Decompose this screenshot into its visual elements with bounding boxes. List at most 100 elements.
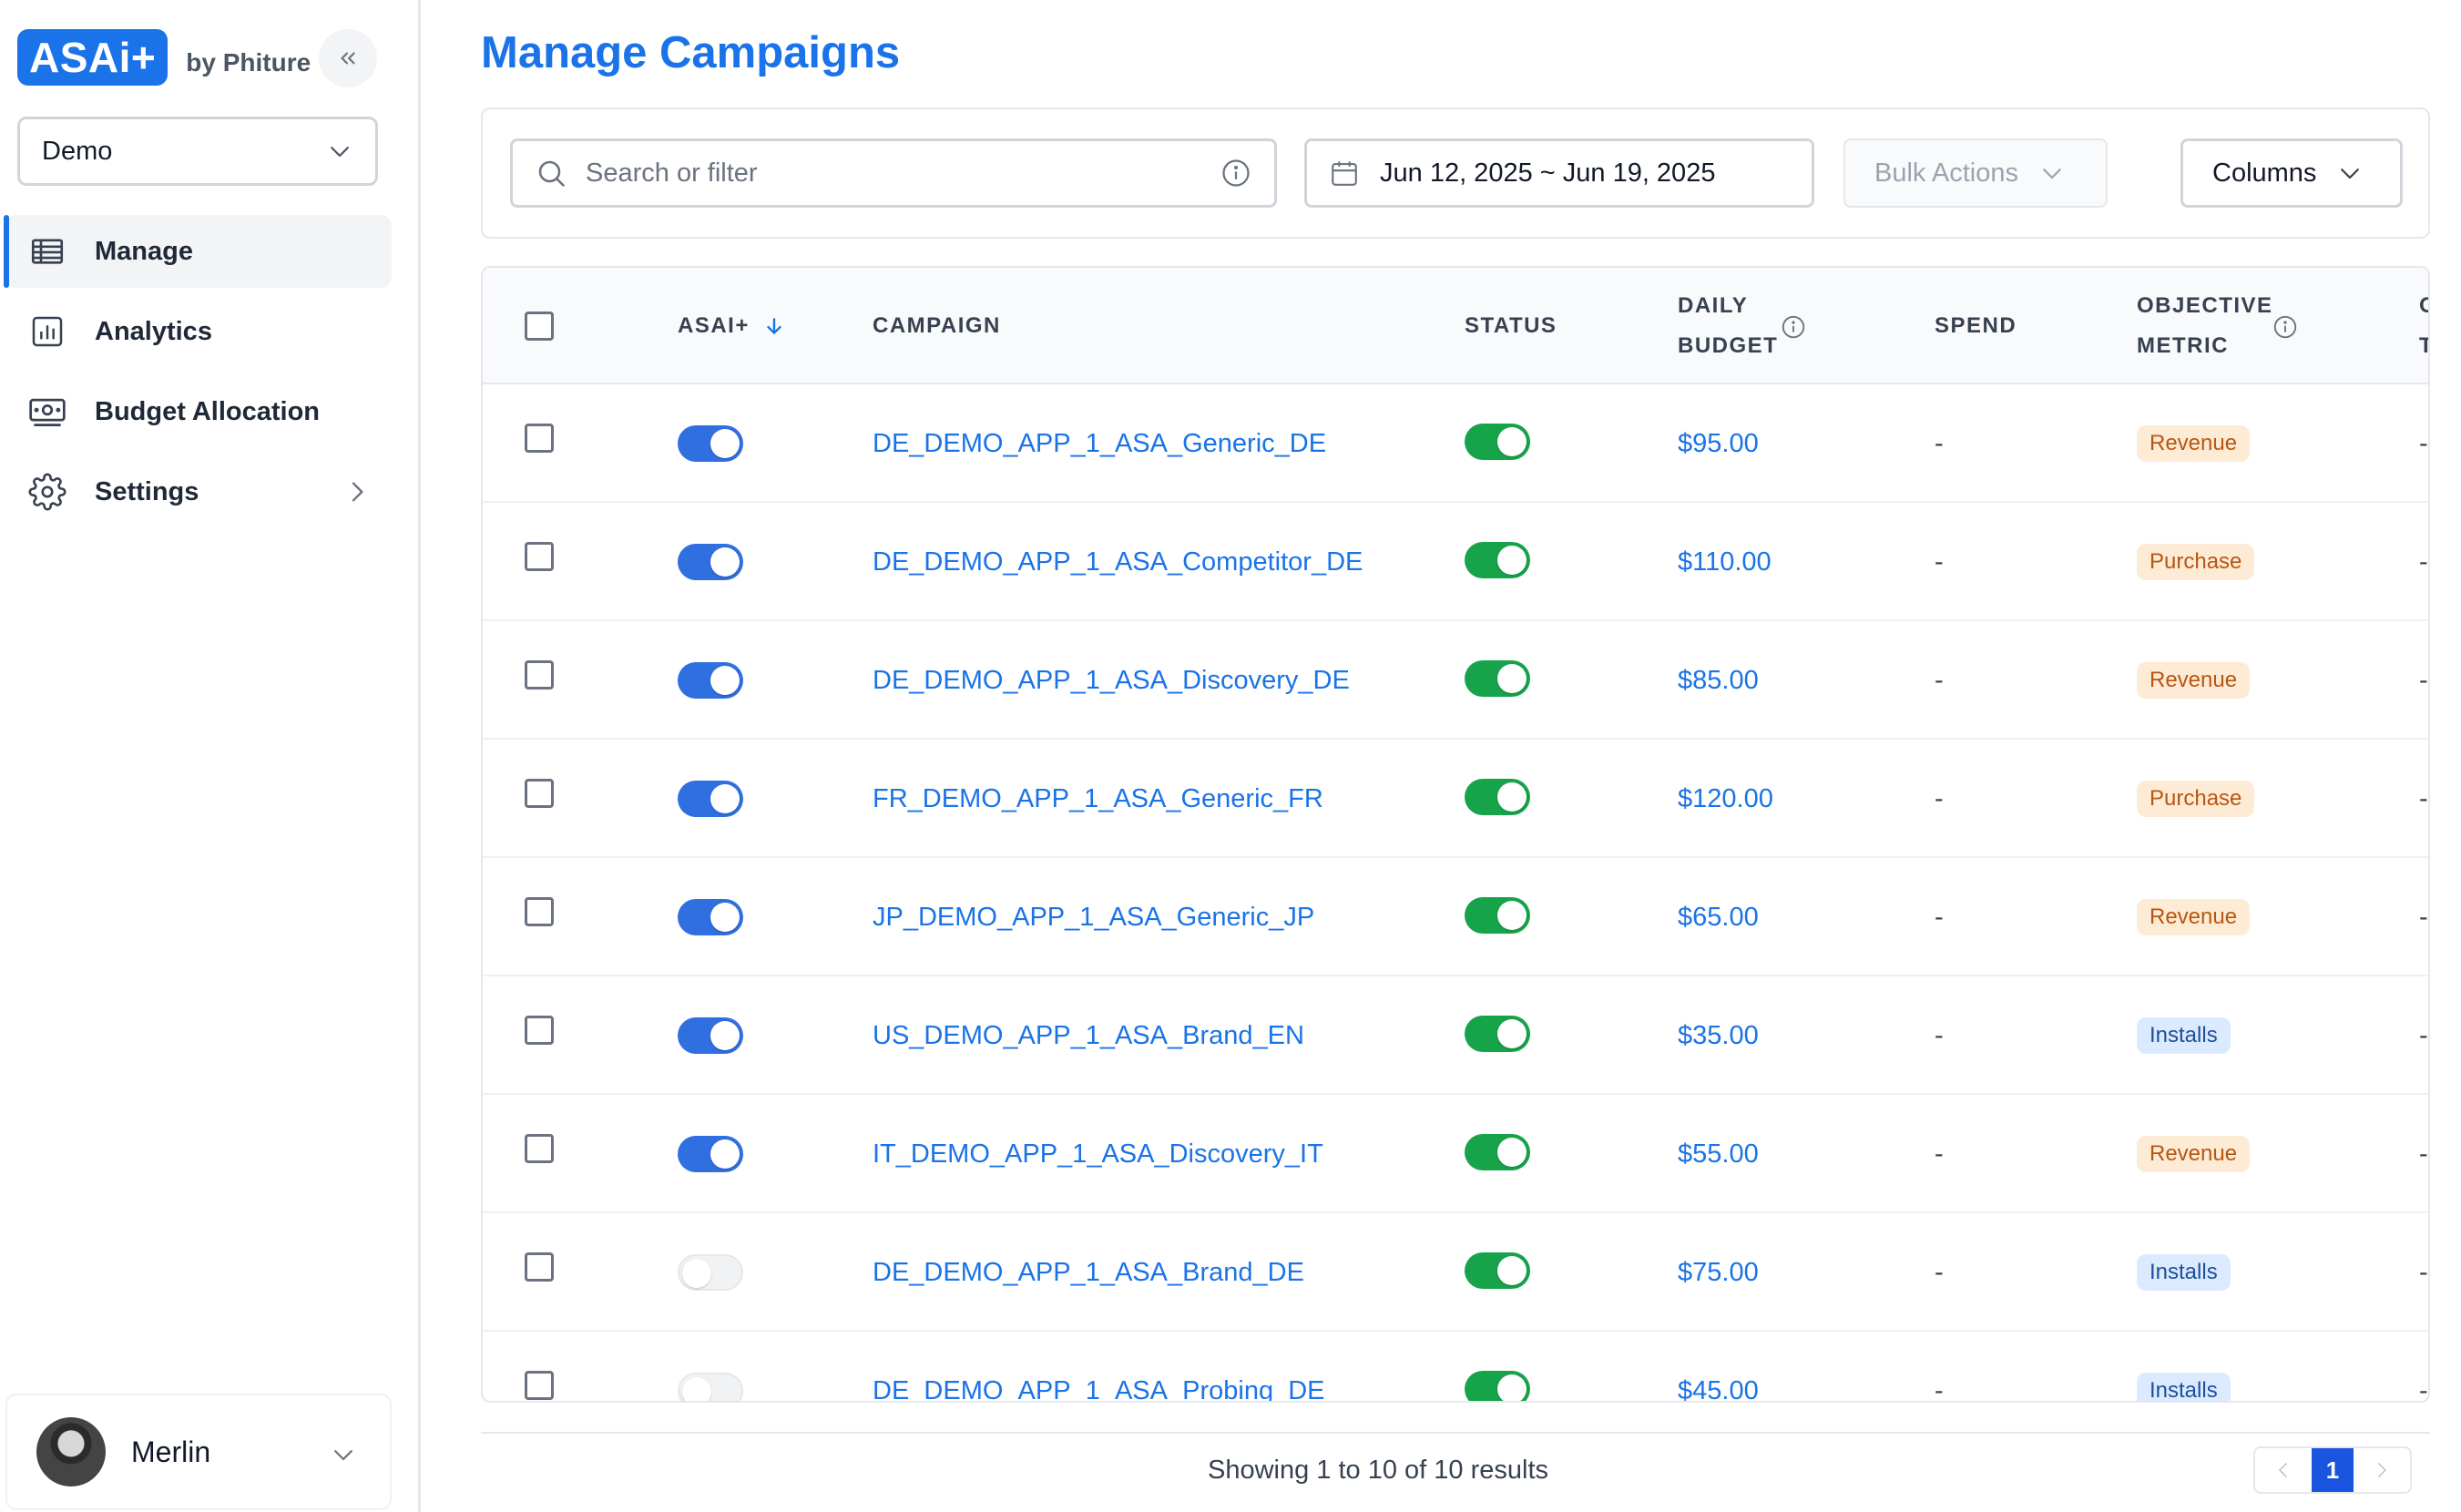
spend-value: - [1935, 666, 1944, 695]
daily-budget-value[interactable]: $120.00 [1678, 781, 1773, 817]
daily-budget-value[interactable]: $85.00 [1678, 662, 1759, 699]
asai-toggle[interactable] [678, 1254, 743, 1291]
row-checkbox[interactable] [525, 1016, 554, 1045]
chevron-right-icon [2378, 1463, 2386, 1477]
asai-toggle[interactable] [678, 425, 743, 462]
user-name: Merlin [131, 1435, 211, 1468]
daily-budget-value[interactable]: $45.00 [1678, 1373, 1759, 1401]
column-header-label: ASAI+ [678, 313, 750, 338]
campaign-link[interactable]: DE_DEMO_APP_1_ASA_Generic_DE [873, 425, 1326, 462]
daily-budget-value[interactable]: $35.00 [1678, 1017, 1759, 1054]
brand[interactable]: ASAi+ by Phiture [17, 28, 311, 87]
toggle-knob [710, 1021, 740, 1050]
search-input[interactable] [586, 158, 1220, 189]
page-button-current[interactable]: 1 [2312, 1448, 2354, 1492]
next-page-button[interactable] [2354, 1448, 2410, 1492]
columns-label: Columns [2212, 158, 2317, 188]
status-toggle[interactable] [1465, 779, 1530, 815]
truncated-value: - [2419, 903, 2428, 932]
asai-toggle[interactable] [678, 781, 743, 817]
campaign-link[interactable]: DE_DEMO_APP_1_ASA_Competitor_DE [873, 544, 1363, 580]
asai-toggle[interactable] [678, 899, 743, 935]
asai-toggle[interactable] [678, 544, 743, 580]
sidebar-item-analytics[interactable]: Analytics [5, 295, 392, 368]
row-checkbox[interactable] [525, 779, 554, 808]
column-header-asai[interactable]: ASAI+ [678, 306, 786, 346]
columns-button[interactable]: Columns [2180, 138, 2403, 208]
info-icon[interactable] [1780, 313, 1807, 341]
daily-budget-value[interactable]: $110.00 [1678, 544, 1772, 580]
campaign-link[interactable]: DE_DEMO_APP_1_ASA_Brand_DE [873, 1254, 1304, 1291]
row-checkbox[interactable] [525, 424, 554, 453]
truncated-value: - [2419, 1258, 2428, 1287]
campaigns-table: ASAI+ CAMPAIGN STATUS DAILY BUDGET SPEND… [481, 266, 2430, 1403]
select-all-checkbox[interactable] [525, 312, 554, 341]
results-summary: Showing 1 to 10 of 10 results [1208, 1456, 1549, 1485]
toggle-knob [1497, 546, 1527, 575]
campaign-link[interactable]: FR_DEMO_APP_1_ASA_Generic_FR [873, 781, 1323, 817]
table-row: IT_DEMO_APP_1_ASA_Discovery_IT $55.00 - Rev… [483, 1095, 2428, 1213]
sidebar-item-manage[interactable]: Manage [4, 215, 392, 288]
status-toggle[interactable] [1465, 660, 1530, 697]
column-header-status[interactable]: STATUS [1465, 306, 1557, 346]
daily-budget-value[interactable]: $95.00 [1678, 425, 1759, 462]
info-icon[interactable] [2272, 313, 2299, 341]
campaign-link[interactable]: IT_DEMO_APP_1_ASA_Discovery_IT [873, 1136, 1323, 1172]
toggle-knob [682, 1259, 711, 1288]
sidebar-item-budget-allocation[interactable]: Budget Allocation [5, 375, 392, 448]
row-checkbox[interactable] [525, 1371, 554, 1400]
row-checkbox[interactable] [525, 660, 554, 690]
asai-toggle[interactable] [678, 662, 743, 699]
collapse-sidebar-button[interactable] [319, 29, 377, 87]
info-icon[interactable] [1220, 157, 1252, 189]
status-toggle[interactable] [1465, 1371, 1530, 1401]
spend-value: - [1935, 784, 1944, 813]
campaign-link[interactable]: DE_DEMO_APP_1_ASA_Probing_DE [873, 1373, 1324, 1401]
daily-budget-value[interactable]: $55.00 [1678, 1136, 1759, 1172]
sort-down-icon[interactable] [762, 314, 786, 338]
prev-page-button[interactable] [2255, 1448, 2312, 1492]
status-toggle[interactable] [1465, 1016, 1530, 1052]
asai-toggle[interactable] [678, 1373, 743, 1401]
row-checkbox[interactable] [525, 1134, 554, 1163]
column-header-daily-budget[interactable]: DAILY BUDGET [1678, 286, 1778, 366]
status-toggle[interactable] [1465, 897, 1530, 934]
sidebar-item-settings[interactable]: Settings [5, 455, 392, 528]
status-toggle[interactable] [1465, 1252, 1530, 1289]
user-menu[interactable]: Merlin [5, 1394, 392, 1510]
table-icon [27, 231, 67, 271]
row-checkbox[interactable] [525, 542, 554, 571]
toggle-knob [710, 429, 740, 458]
bulk-actions-button[interactable]: Bulk Actions [1843, 138, 2108, 208]
bulk-actions-label: Bulk Actions [1874, 158, 2018, 188]
objective-badge: Revenue [2137, 662, 2251, 699]
objective-badge: Revenue [2137, 425, 2251, 462]
campaign-link[interactable]: US_DEMO_APP_1_ASA_Brand_EN [873, 1017, 1304, 1054]
search-box[interactable] [510, 138, 1277, 208]
campaign-link[interactable]: JP_DEMO_APP_1_ASA_Generic_JP [873, 899, 1314, 935]
row-checkbox[interactable] [525, 897, 554, 926]
column-header-truncated[interactable]: O T [2419, 286, 2428, 366]
row-checkbox[interactable] [525, 1252, 554, 1282]
sidebar-item-label: Manage [95, 236, 193, 266]
date-range-picker[interactable]: Jun 12, 2025 ~ Jun 19, 2025 [1304, 138, 1814, 208]
column-header-spend[interactable]: SPEND [1935, 306, 2017, 346]
campaign-link[interactable]: DE_DEMO_APP_1_ASA_Discovery_DE [873, 662, 1350, 699]
spend-value: - [1935, 903, 1944, 932]
sidebar-nav: Manage Analytics Budget Allocation Setti… [0, 215, 392, 536]
daily-budget-value[interactable]: $65.00 [1678, 899, 1759, 935]
workspace-select[interactable]: Demo [17, 117, 378, 186]
table-row: DE_DEMO_APP_1_ASA_Brand_DE $75.00 - Install… [483, 1213, 2428, 1332]
column-header-objective-metric[interactable]: OBJECTIVE METRIC [2137, 286, 2273, 366]
asai-toggle[interactable] [678, 1136, 743, 1172]
status-toggle[interactable] [1465, 1134, 1530, 1170]
status-toggle[interactable] [1465, 424, 1530, 460]
status-toggle[interactable] [1465, 542, 1530, 578]
column-header-label: DAILY [1678, 293, 1749, 318]
column-header-campaign[interactable]: CAMPAIGN [873, 306, 1001, 346]
daily-budget-value[interactable]: $75.00 [1678, 1254, 1759, 1291]
table-row: FR_DEMO_APP_1_ASA_Generic_FR $120.00 - Purc… [483, 740, 2428, 858]
asai-toggle[interactable] [678, 1017, 743, 1054]
objective-badge: Installs [2137, 1254, 2231, 1291]
spend-value: - [1935, 1376, 1944, 1403]
